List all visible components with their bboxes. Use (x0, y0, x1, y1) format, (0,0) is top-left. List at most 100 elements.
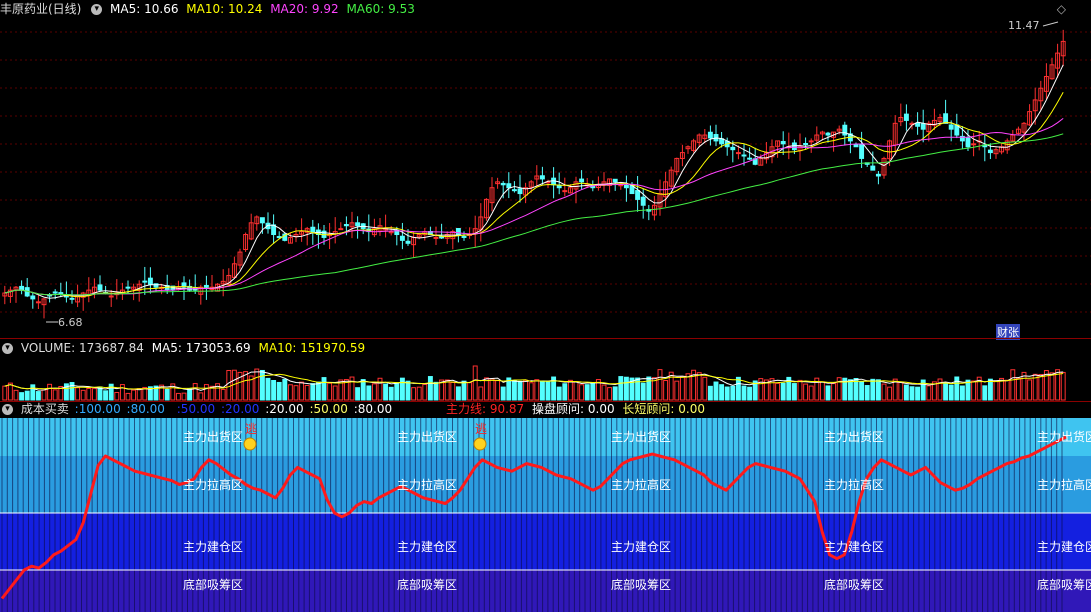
candle-body (142, 280, 148, 283)
operate-value: 0.00 (587, 402, 615, 416)
volume-bar (41, 389, 47, 401)
candle-body (623, 184, 629, 189)
volume-bar (887, 386, 893, 401)
candle-body (640, 196, 646, 206)
ma60-label: MA60: (346, 2, 385, 16)
vol-ma10-label: MA10: (258, 341, 297, 355)
volume-bar (422, 383, 428, 401)
zone-label: 主力建仓区 (1037, 540, 1091, 555)
candle-body (965, 137, 971, 148)
volume-bar (19, 392, 25, 401)
candle-body (539, 175, 545, 180)
volume-bar (478, 386, 484, 401)
candle-body (780, 141, 786, 145)
price-header: 丰原药业(日线) ▾ MA5: 10.66 MA10: 10.24 MA20: … (0, 1, 419, 17)
longshort-value: 0.00 (678, 402, 706, 416)
volume-bar (1060, 371, 1066, 401)
level-7: :80.00 (353, 402, 393, 416)
volume-bar (517, 380, 523, 401)
collapse-icon[interactable]: ▾ (2, 343, 13, 354)
volume-bar (13, 389, 19, 401)
cost-title: 成本买卖 (20, 402, 69, 416)
candle-body (915, 122, 921, 127)
ma10-label: MA10: (186, 2, 225, 16)
volume-bar (30, 384, 36, 401)
ma10-value: 10.24 (228, 2, 263, 16)
volume-bar (618, 376, 624, 401)
ma5-label: MA5: (110, 2, 141, 16)
volume-value: 173687.84 (78, 341, 144, 355)
vol-ma10-value: 151970.59 (300, 341, 366, 355)
candle-body (735, 152, 741, 155)
volume-bar (472, 365, 478, 401)
volume-bar (349, 376, 355, 401)
zone-label: 主力拉高区 (183, 477, 244, 492)
zone-label: 底部吸筹区 (183, 578, 244, 593)
volume-bar (685, 373, 691, 401)
volume-bar (383, 383, 389, 401)
zone-label: 主力出货区 (611, 430, 672, 445)
candle-body (987, 149, 993, 154)
candle-body (433, 236, 439, 239)
volume-bar (192, 383, 198, 401)
volume-bar (254, 368, 260, 401)
volume-bar (75, 387, 81, 401)
volume-bar (534, 379, 540, 401)
candle-body (343, 224, 349, 227)
volume-bar (584, 384, 590, 401)
volume-bar (467, 382, 473, 401)
volume-bar (24, 390, 30, 401)
volume-bar (539, 380, 545, 401)
candle-body (875, 173, 881, 177)
volume-panel[interactable]: ▾ VOLUME: 173687.84 MA5: 173053.69 MA10:… (0, 339, 1091, 401)
volume-bar (607, 387, 613, 401)
volume-bar (310, 383, 316, 401)
level-5: :20.00 (265, 402, 304, 416)
zone-label: 底部吸筹区 (824, 578, 885, 593)
volume-bar (500, 386, 506, 401)
volume-bar (433, 381, 439, 401)
collapse-icon[interactable]: ▾ (2, 404, 13, 415)
volume-bar (511, 380, 517, 401)
volume-bar (825, 385, 831, 401)
volume-bar (321, 377, 327, 401)
volume-bar (780, 382, 786, 401)
collapse-icon[interactable]: ▾ (91, 4, 103, 15)
cost-panel[interactable]: ▾ 成本买卖 :100.00 :80.00 :50.00 :20.00 :20.… (0, 402, 1091, 612)
candle-body (455, 228, 461, 236)
price-panel[interactable]: 丰原药业(日线) ▾ MA5: 10.66 MA10: 10.24 MA20: … (0, 0, 1091, 340)
cost-header: ▾ 成本买卖 :100.00 :80.00 :50.00 :20.00 :20.… (0, 401, 709, 417)
volume-bar (982, 385, 988, 401)
low-price-label: 6.68 (58, 316, 83, 329)
operate-label: 操盘顾问: (532, 402, 585, 416)
candle-body (870, 165, 876, 171)
ma20-label: MA20: (270, 2, 309, 16)
candle-body (707, 131, 713, 139)
volume-bar (265, 377, 271, 401)
volume-bar (831, 383, 837, 401)
zone-label: 主力建仓区 (611, 540, 672, 555)
candle-body (405, 240, 411, 244)
volume-bar (808, 385, 814, 401)
volume-bar (416, 386, 422, 401)
volume-bar (495, 380, 501, 401)
high-marker (1042, 21, 1059, 27)
volume-bar (282, 378, 288, 401)
volume-bar (847, 379, 853, 401)
volume-bar (724, 386, 730, 401)
candle-body (803, 143, 809, 146)
volume-bar (719, 384, 725, 401)
candle-body (461, 235, 467, 238)
volume-bar (702, 376, 708, 401)
volume-bar (371, 383, 377, 401)
ma5-line (4, 64, 1064, 299)
volume-bar (993, 380, 999, 401)
volume-bar (679, 376, 685, 401)
candle-body (259, 217, 265, 224)
candle-body (147, 277, 153, 285)
volume-bar (903, 384, 909, 401)
candle-body (825, 132, 831, 136)
candle-body (562, 190, 568, 193)
volume-bar (567, 379, 573, 401)
volume-bar (870, 378, 876, 401)
